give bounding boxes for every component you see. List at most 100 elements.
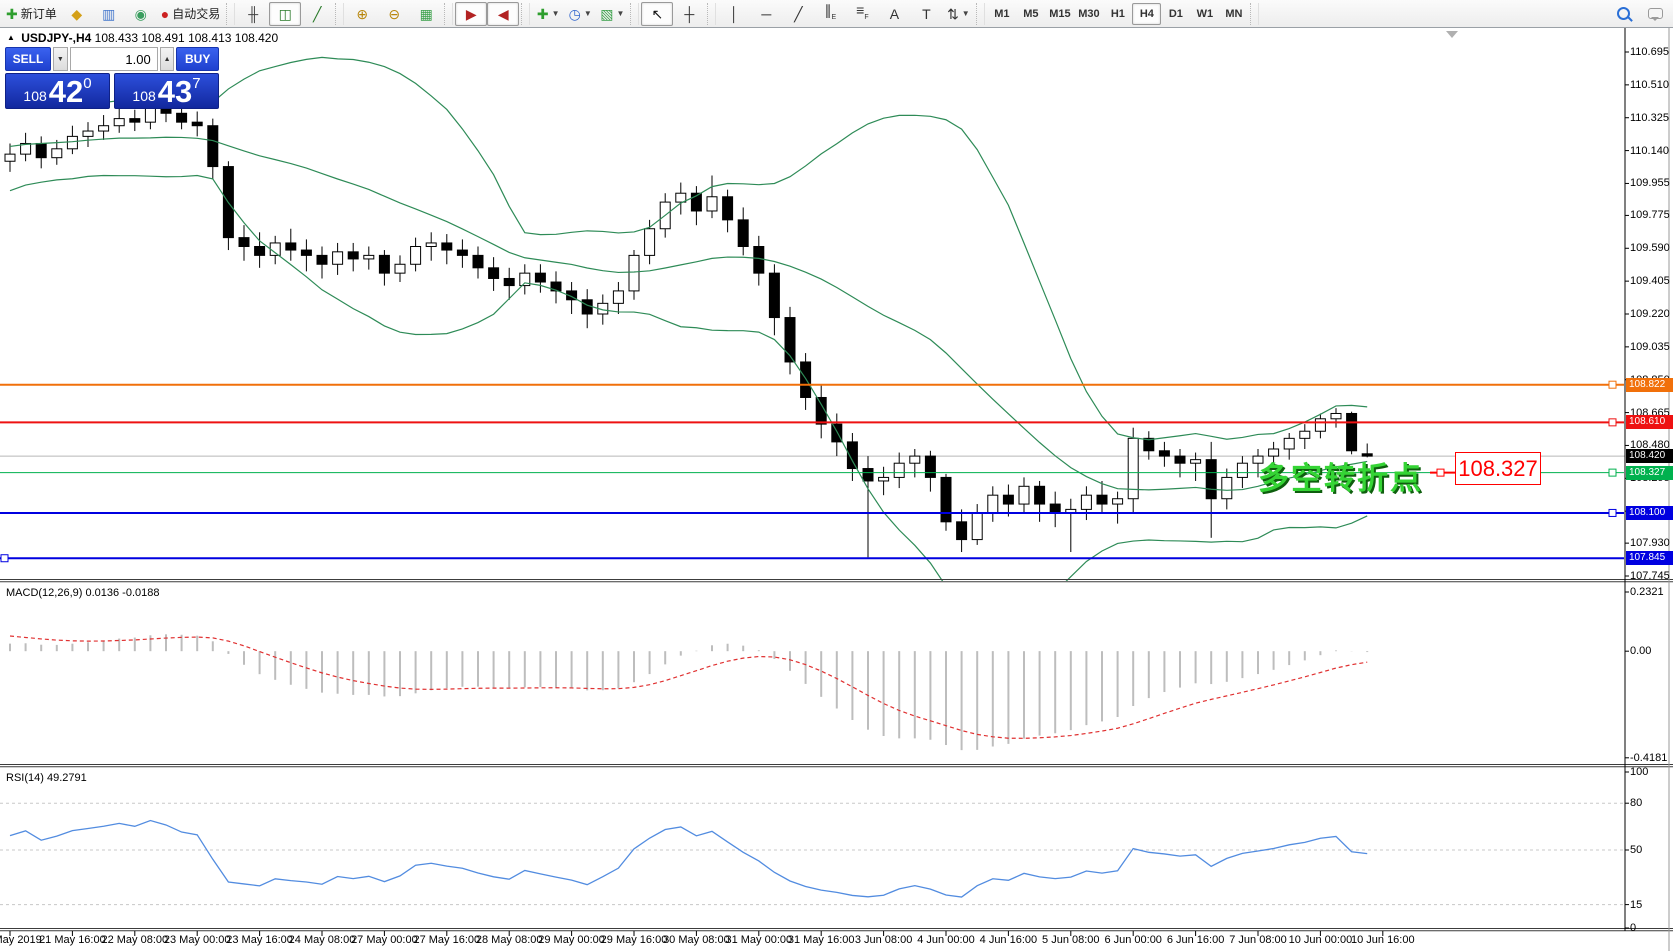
fibonacci-icon: ≡F [856, 3, 868, 25]
zoom-out-icon: ⊖ [388, 7, 400, 21]
rsi-axis-label: 80 [1630, 797, 1642, 809]
indicators-button[interactable]: ✚▼ [532, 2, 564, 26]
line-chart-button[interactable]: ╱ [301, 2, 333, 26]
vertical-line-icon: │ [730, 7, 739, 21]
chart-title: ▲ USDJPY-,H4 108.433 108.491 108.413 108… [7, 31, 278, 45]
new-order-button-label: 新订单 [21, 5, 57, 22]
search-button[interactable] [1607, 2, 1639, 26]
chart-shift-button[interactable]: ◀ [487, 2, 519, 26]
crosshair-button[interactable]: ┼ [673, 2, 705, 26]
volume-increase-button[interactable]: ▲ [160, 47, 175, 71]
buy-button[interactable]: BUY [176, 47, 219, 71]
hline-handle[interactable] [1, 555, 8, 562]
chevron-down-icon[interactable]: ▼ [552, 9, 560, 18]
hline-handle[interactable] [1609, 469, 1616, 476]
hline-handle[interactable] [1609, 509, 1616, 516]
toolbar-separator [521, 3, 530, 25]
shapes-icon: ⇅ [947, 7, 959, 21]
template-icon: ▧ [600, 7, 613, 21]
templates-button[interactable]: ▧▼ [596, 2, 628, 26]
toolbar-separator [976, 3, 985, 25]
sell-price-figure: 108 [23, 85, 46, 107]
vertical-line-button[interactable]: │ [718, 2, 750, 26]
price-axis-label: 107.930 [1630, 537, 1670, 549]
sell-price-point: 0 [83, 76, 91, 91]
sell-button[interactable]: SELL [5, 47, 51, 71]
autotrading-icon: ● [161, 7, 169, 21]
chart-symbol: USDJPY-,H4 [21, 31, 91, 45]
macd-label: MACD(12,26,9) [6, 587, 82, 599]
buy-price-box[interactable]: 108 43 7 [114, 73, 219, 109]
toolbar-separator [226, 3, 235, 25]
hline-handle[interactable] [1609, 419, 1616, 426]
timeframe-m1[interactable]: M1 [987, 3, 1016, 25]
volume-decrease-button[interactable]: ▼ [53, 47, 68, 71]
autotrading-button-label: 自动交易 [172, 5, 220, 22]
periods-button[interactable]: ◷▼ [564, 2, 596, 26]
sell-price-box[interactable]: 108 42 0 [5, 73, 110, 109]
clock-icon: ◷ [569, 7, 581, 21]
chevron-down-icon[interactable]: ▼ [584, 9, 592, 18]
horizontal-line-icon: ─ [761, 7, 771, 21]
toolbar-separator [335, 3, 344, 25]
rsi-value: 49.2791 [47, 772, 87, 784]
macd-axis-label: 0.00 [1630, 645, 1651, 657]
autotrading-button[interactable]: ●自动交易 [157, 2, 224, 26]
navigator-icon: ◉ [135, 7, 147, 21]
toolbar-separator [1250, 3, 1259, 25]
new-order-button[interactable]: ✚新订单 [2, 2, 61, 26]
trendline-button[interactable]: ╱ [782, 2, 814, 26]
rsi-panel-title: RSI(14) 49.2791 [6, 772, 87, 784]
text-button[interactable]: A [878, 2, 910, 26]
zoom-in-button[interactable]: ⊕ [346, 2, 378, 26]
chat-button[interactable] [1639, 2, 1671, 26]
price-axis-label: 109.955 [1630, 177, 1670, 189]
auto-scroll-icon: ▶ [466, 7, 477, 21]
toolbar: ✚新订单◆▥◉●自动交易╫◫╱⊕⊖▦▶◀✚▼◷▼▧▼↖┼│─╱∥E≡FAT⇅▼M… [0, 0, 1673, 28]
timeframe-d1[interactable]: D1 [1161, 3, 1190, 25]
line-handle[interactable] [1437, 469, 1444, 476]
navigator-button[interactable]: ◉ [125, 2, 157, 26]
price-axis-label: 109.220 [1630, 308, 1670, 320]
timeframe-m5[interactable]: M5 [1016, 3, 1045, 25]
price-axis-label: 109.035 [1630, 341, 1670, 353]
price-axis-label: 110.695 [1630, 46, 1669, 58]
bollinger-lower-band [10, 176, 1367, 623]
hline-handle[interactable] [1609, 381, 1616, 388]
price-tag-107.845: 107.845 [1626, 551, 1673, 565]
price-callout-box[interactable]: 108.327 [1455, 452, 1541, 485]
bollinger-upper-band [10, 57, 1367, 439]
zoom-out-button[interactable]: ⊖ [378, 2, 410, 26]
profiles-button[interactable]: ◆ [61, 2, 93, 26]
label-button[interactable]: T [910, 2, 942, 26]
chart-shift-marker[interactable] [1446, 31, 1458, 38]
mt4-window: ✚新订单◆▥◉●自动交易╫◫╱⊕⊖▦▶◀✚▼◷▼▧▼↖┼│─╱∥E≡FAT⇅▼M… [0, 0, 1673, 951]
macd-axis-label: 0.2321 [1630, 586, 1664, 598]
horizontal-line-button[interactable]: ─ [750, 2, 782, 26]
candlestick-chart-button[interactable]: ◫ [269, 2, 301, 26]
timeframe-w1[interactable]: W1 [1190, 3, 1219, 25]
bar-chart-icon: ╫ [248, 7, 258, 21]
chevron-down-icon[interactable]: ▼ [616, 9, 624, 18]
cursor-button[interactable]: ↖ [641, 2, 673, 26]
rsi-line [10, 821, 1367, 898]
data-window-icon: ▥ [102, 7, 115, 21]
bar-chart-button[interactable]: ╫ [237, 2, 269, 26]
sell-price-pips: 42 [49, 76, 83, 107]
timeframe-h1[interactable]: H1 [1103, 3, 1132, 25]
chevron-down-icon[interactable]: ▼ [962, 9, 970, 18]
data-window-button[interactable]: ▥ [93, 2, 125, 26]
collapse-arrow-icon[interactable]: ▲ [7, 33, 15, 42]
time-axis-label: 10 Jun 16:00 [1345, 934, 1421, 946]
timeframe-h4[interactable]: H4 [1132, 3, 1161, 25]
timeframe-m30[interactable]: M30 [1074, 3, 1103, 25]
volume-input[interactable] [70, 47, 158, 71]
auto-scroll-button[interactable]: ▶ [455, 2, 487, 26]
fibonacci-button[interactable]: ≡F [846, 2, 878, 26]
channel-button[interactable]: ∥E [814, 2, 846, 26]
timeframe-m15[interactable]: M15 [1045, 3, 1074, 25]
tile-windows-button[interactable]: ▦ [410, 2, 442, 26]
timeframe-mn[interactable]: MN [1219, 3, 1248, 25]
shapes-button[interactable]: ⇅▼ [942, 2, 974, 26]
chart-annotation-text[interactable]: 多空转折点 [1258, 453, 1423, 498]
